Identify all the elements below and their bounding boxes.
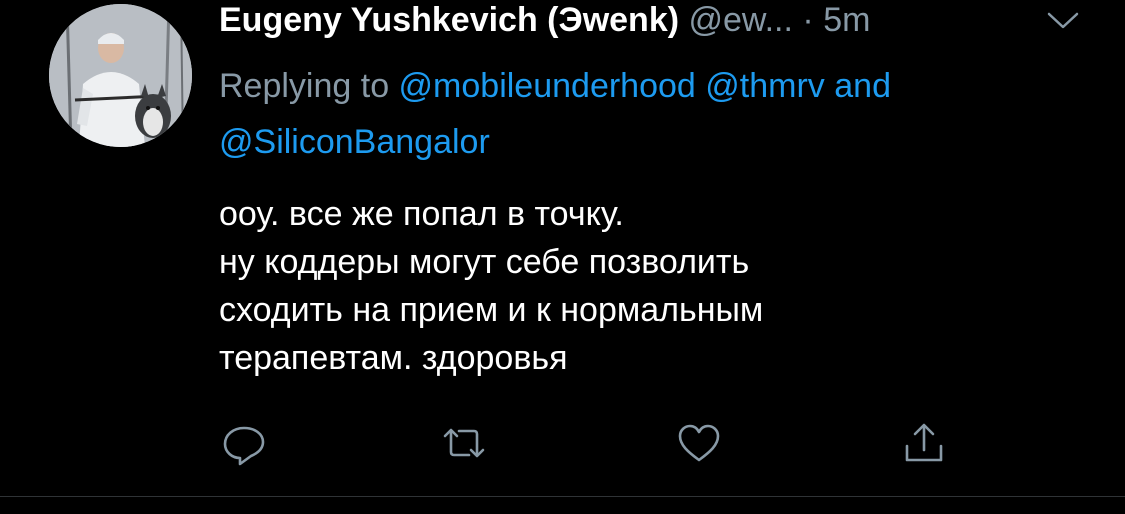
tweet-text-line: терапевтам. здоровья bbox=[219, 339, 568, 377]
action-bar bbox=[219, 418, 959, 468]
avatar[interactable] bbox=[49, 4, 192, 147]
avatar-photo bbox=[49, 4, 192, 147]
mention-and[interactable]: and bbox=[834, 67, 891, 105]
replying-to-label: Replying to bbox=[219, 67, 399, 105]
mention-link[interactable]: @SiliconBangalor bbox=[219, 123, 490, 161]
chevron-down-icon[interactable] bbox=[1043, 6, 1083, 34]
divider bbox=[0, 496, 1125, 497]
retweet-icon[interactable] bbox=[439, 418, 489, 468]
share-icon[interactable] bbox=[899, 418, 949, 468]
display-name[interactable]: Eugeny Yushkevich (Эwenk) bbox=[219, 1, 679, 39]
mention-link[interactable]: @thmrv bbox=[705, 67, 825, 105]
replying-to: Replying to @mobileunderhood @thmrv and … bbox=[219, 58, 1099, 170]
tweet-header: Eugeny Yushkevich (Эwenk) @ew... · 5m bbox=[219, 0, 1089, 46]
mention-link[interactable]: @mobileunderhood bbox=[399, 67, 696, 105]
user-handle[interactable]: @ew... bbox=[689, 1, 793, 39]
timestamp[interactable]: 5m bbox=[823, 1, 870, 39]
tweet[interactable]: Eugeny Yushkevich (Эwenk) @ew... · 5m Re… bbox=[0, 0, 1125, 496]
like-icon[interactable] bbox=[674, 418, 724, 468]
tweet-text-line: сходить на прием и к нормальным bbox=[219, 291, 764, 329]
tweet-text: ооу. все же попал в точку. ну коддеры мо… bbox=[219, 190, 1079, 382]
separator-dot: · bbox=[802, 1, 814, 39]
tweet-text-line: ооу. все же попал в точку. bbox=[219, 195, 624, 233]
tweet-text-line: ну коддеры могут себе позволить bbox=[219, 243, 750, 281]
reply-icon[interactable] bbox=[219, 418, 269, 468]
